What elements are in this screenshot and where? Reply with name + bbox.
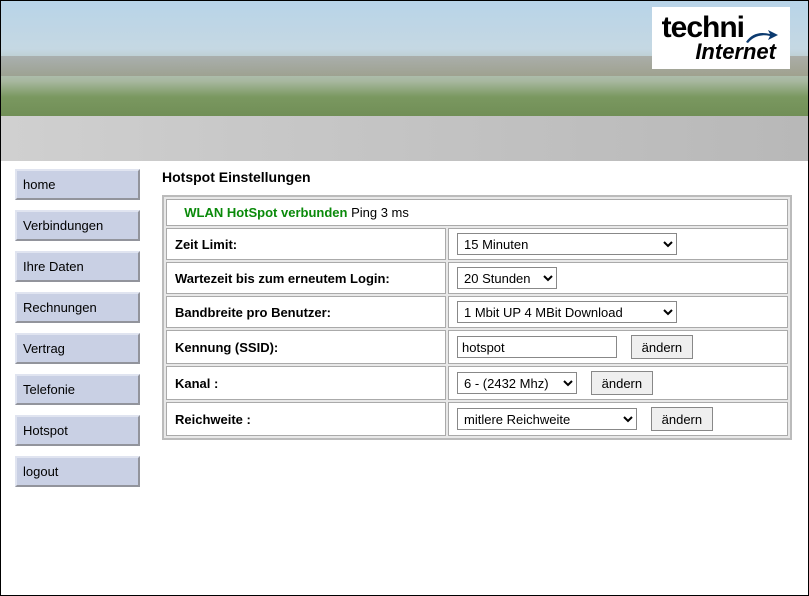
label-wait-time: Wartezeit bis zum erneutem Login:: [166, 262, 446, 294]
status-ping-label: Ping 3 ms: [351, 205, 409, 220]
label-channel: Kanal :: [166, 366, 446, 400]
sidebar-item-hotspot[interactable]: Hotspot: [15, 415, 140, 446]
button-range-change[interactable]: ändern: [651, 407, 713, 431]
row-range: Reichweite : mitlere Reichweite ändern: [166, 402, 788, 436]
button-channel-change[interactable]: ändern: [591, 371, 653, 395]
select-channel[interactable]: 6 - (2432 Mhz): [457, 372, 577, 394]
row-ssid: Kennung (SSID): ändern: [166, 330, 788, 364]
button-ssid-change[interactable]: ändern: [631, 335, 693, 359]
sidebar-item-vertrag[interactable]: Vertrag: [15, 333, 140, 364]
sidebar-item-logout[interactable]: logout: [15, 456, 140, 487]
brand-logo: techni Internet: [652, 7, 790, 69]
select-time-limit[interactable]: 15 Minuten: [457, 233, 677, 255]
row-bandwidth: Bandbreite pro Benutzer: 1 Mbit UP 4 MBi…: [166, 296, 788, 328]
logo-arrow-icon: [744, 20, 780, 38]
page-title: Hotspot Einstellungen: [162, 169, 792, 185]
select-range[interactable]: mitlere Reichweite: [457, 408, 637, 430]
settings-table: WLAN HotSpot verbunden Ping 3 ms Zeit Li…: [162, 195, 792, 440]
label-bandwidth: Bandbreite pro Benutzer:: [166, 296, 446, 328]
sidebar-item-verbindungen[interactable]: Verbindungen: [15, 210, 140, 241]
sidebar-item-ihre-daten[interactable]: Ihre Daten: [15, 251, 140, 282]
label-ssid: Kennung (SSID):: [166, 330, 446, 364]
sidebar-item-telefonie[interactable]: Telefonie: [15, 374, 140, 405]
label-range: Reichweite :: [166, 402, 446, 436]
header-banner: techni Internet: [1, 1, 808, 161]
sidebar-item-home[interactable]: home: [15, 169, 140, 200]
status-cell: WLAN HotSpot verbunden Ping 3 ms: [166, 199, 788, 226]
sidebar-item-rechnungen[interactable]: Rechnungen: [15, 292, 140, 323]
row-wait-time: Wartezeit bis zum erneutem Login: 20 Stu…: [166, 262, 788, 294]
row-time-limit: Zeit Limit: 15 Minuten: [166, 228, 788, 260]
status-connected-label: WLAN HotSpot verbunden: [184, 205, 347, 220]
sidebar: home Verbindungen Ihre Daten Rechnungen …: [1, 161, 146, 497]
select-wait-time[interactable]: 20 Stunden: [457, 267, 557, 289]
row-channel: Kanal : 6 - (2432 Mhz) ändern: [166, 366, 788, 400]
label-time-limit: Zeit Limit:: [166, 228, 446, 260]
select-bandwidth[interactable]: 1 Mbit UP 4 MBit Download: [457, 301, 677, 323]
input-ssid[interactable]: [457, 336, 617, 358]
